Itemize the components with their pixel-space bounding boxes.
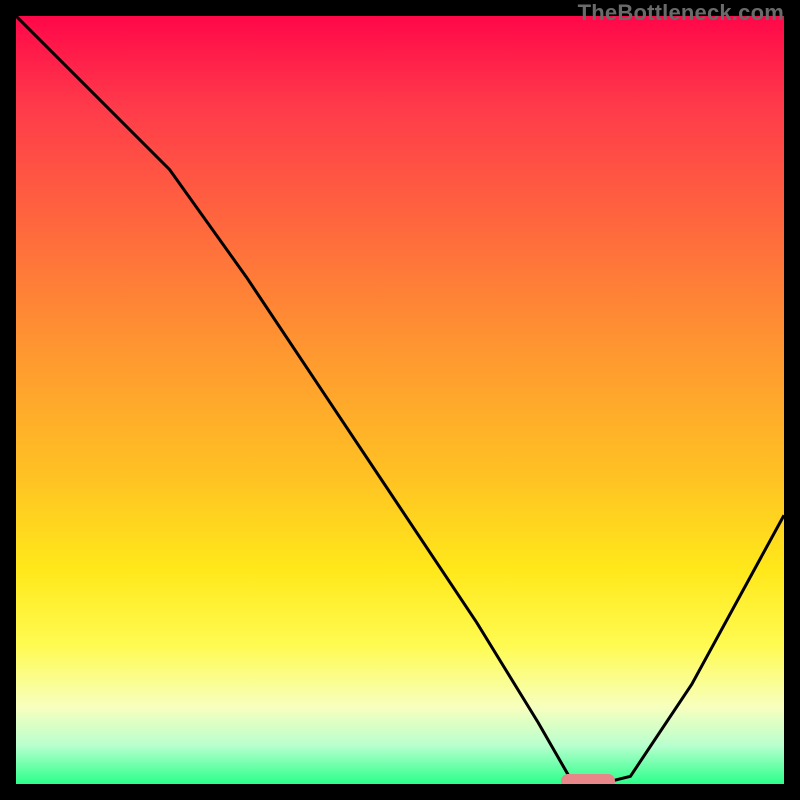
chart-frame	[0, 0, 800, 800]
watermark-text: TheBottleneck.com	[578, 0, 784, 26]
